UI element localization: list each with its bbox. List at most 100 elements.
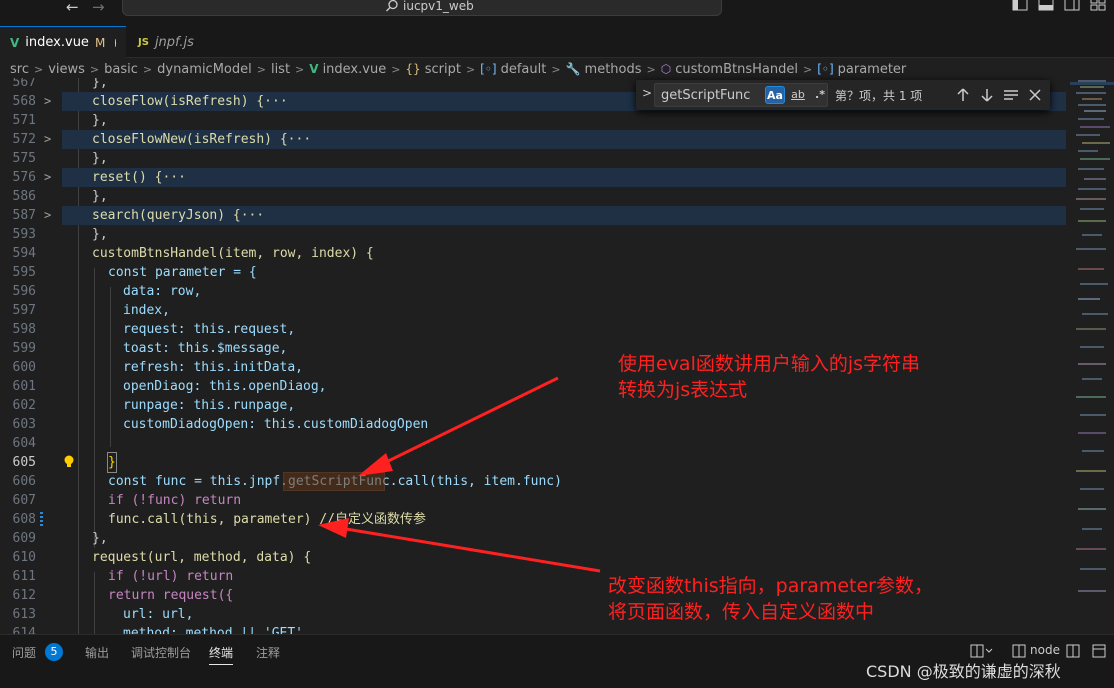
code-line[interactable]: 608 func.call(this, parameter) //自定义函数传参 (0, 510, 1070, 529)
code-line[interactable]: 603 customDiadogOpen: this.customDiadogO… (0, 415, 1070, 434)
problems-count-badge: 5 (45, 643, 63, 661)
tab-problems[interactable]: 问题 (12, 644, 36, 661)
code-line[interactable]: 571 }, (0, 111, 1070, 130)
toggle-panel-icon[interactable] (1038, 0, 1054, 12)
line-number: 599 (12, 341, 36, 356)
breadcrumb-item[interactable]: src (10, 62, 29, 77)
line-number: 611 (12, 569, 36, 584)
unsaved-dot-icon[interactable] (115, 38, 116, 47)
fold-chevron-icon[interactable]: > (44, 168, 51, 187)
code-line[interactable]: 572 > closeFlowNew(isRefresh) {··· (0, 130, 1070, 149)
match-case-toggle[interactable]: Aa (765, 86, 785, 104)
fold-chevron-icon[interactable]: > (44, 206, 51, 225)
code-line[interactable]: 610 request(url, method, data) { (0, 548, 1070, 567)
code-text: url: url, (123, 607, 194, 622)
line-number: 568 (12, 94, 36, 109)
breadcrumb-item[interactable]: index.vue (323, 62, 387, 77)
minimap[interactable] (1070, 78, 1114, 634)
breadcrumb-item[interactable]: default (501, 62, 547, 77)
code-line[interactable]: 598 request: this.request, (0, 320, 1070, 339)
layout-controls (1012, 0, 1106, 12)
tab-comments[interactable]: 注释 (256, 644, 280, 661)
code-line[interactable]: 607 if (!func) return (0, 491, 1070, 510)
breadcrumb-item[interactable]: basic (104, 62, 138, 77)
chevron-right-icon: > (551, 62, 561, 76)
code-text: func.call(this, parameter) //自定义函数传参 (108, 512, 426, 527)
line-number: 601 (12, 379, 36, 394)
split-panel-icon[interactable] (1066, 644, 1080, 658)
chevron-right-icon: > (89, 62, 100, 76)
breadcrumb-item[interactable]: customBtnsHandel (675, 62, 798, 77)
method-cube-icon: ⬡ (660, 62, 672, 76)
line-number: 597 (12, 303, 36, 318)
next-match-arrow-down-icon[interactable] (978, 86, 996, 104)
split-terminal-dropdown-icon[interactable] (970, 644, 994, 658)
code-line[interactable]: 593 }, (0, 225, 1070, 244)
match-whole-word-toggle[interactable]: ab (788, 86, 808, 104)
find-widget: > Aa ab .* 第？项，共 1 项 (636, 80, 1050, 110)
tab-output[interactable]: 输出 (85, 644, 109, 661)
breadcrumb-item[interactable]: parameter (838, 62, 907, 77)
breadcrumb-item[interactable]: script (425, 62, 461, 77)
tab-index-vue[interactable]: V index.vue M (0, 26, 126, 58)
code-line[interactable]: 594 customBtnsHandel(item, row, index) { (0, 244, 1070, 263)
code-line-current[interactable]: 605 } (0, 452, 1070, 473)
tab-label: jnpf.js (154, 34, 194, 50)
previous-match-arrow-up-icon[interactable] (954, 86, 972, 104)
breadcrumb-item[interactable]: views (48, 62, 85, 77)
csdn-watermark: CSDN @极致的谦虚的深秋 (866, 662, 1061, 681)
breadcrumb-item[interactable]: dynamicModel (157, 62, 252, 77)
vue-file-icon: V (10, 35, 20, 50)
fold-chevron-icon[interactable]: > (44, 92, 51, 111)
vue-file-icon: V (309, 62, 319, 76)
modified-indicator: M (94, 35, 106, 50)
code-line[interactable]: 575 }, (0, 149, 1070, 168)
close-icon[interactable] (1026, 86, 1044, 104)
code-line[interactable]: 587 > search(queryJson) {··· (0, 206, 1070, 225)
find-in-selection-icon[interactable] (1002, 86, 1020, 104)
line-number: 609 (12, 531, 36, 546)
line-number: 610 (12, 550, 36, 565)
find-result-count: 第？项，共 1 项 (835, 89, 923, 103)
terminal-name[interactable]: node (1030, 643, 1060, 657)
code-line[interactable]: 604 (0, 434, 1070, 453)
code-line[interactable]: 595 const parameter = { (0, 263, 1070, 282)
tab-debug-console[interactable]: 调试控制台 (131, 644, 191, 661)
maximize-panel-icon[interactable] (1092, 644, 1106, 658)
find-match-highlight (283, 472, 385, 491)
code-line[interactable]: 609 }, (0, 529, 1070, 548)
command-center-text: iucpv1_web (403, 0, 474, 13)
line-number: 605 (12, 455, 36, 470)
lightbulb-icon[interactable] (62, 454, 76, 470)
code-line[interactable]: 597 index, (0, 301, 1070, 320)
back-arrow-icon[interactable]: ← (66, 0, 79, 16)
toggle-replace-chevron-icon[interactable]: > (642, 86, 652, 100)
command-center[interactable]: iucpv1_web (122, 0, 722, 16)
code-line[interactable]: 576 > reset() {··· (0, 168, 1070, 187)
code-text: search(queryJson) {··· (92, 208, 265, 223)
chevron-right-icon: > (256, 62, 266, 76)
code-text: return request({ (108, 588, 234, 603)
chevron-right-icon: > (646, 62, 656, 76)
line-number: 586 (12, 189, 36, 204)
breadcrumb-item[interactable]: list (271, 62, 290, 77)
breadcrumb: src > views > basic > dynamicModel > list > V… (10, 60, 906, 78)
tab-jnpf-js[interactable]: JS jnpf.js (128, 26, 204, 58)
code-line[interactable]: 606 const func = this.jnpf.getScriptFunc… (0, 472, 1070, 491)
forward-arrow-icon[interactable]: → (92, 0, 105, 16)
title-bar: ← → iucpv1_web (0, 0, 1114, 18)
toggle-sidebar-icon[interactable] (1012, 0, 1028, 12)
code-line[interactable]: 596 data: row, (0, 282, 1070, 301)
line-number: 594 (12, 246, 36, 261)
code-line[interactable]: 614 method: method || 'GET', (0, 624, 1070, 634)
line-number: 606 (12, 474, 36, 489)
use-regex-toggle[interactable]: .* (811, 86, 829, 104)
code-text: refresh: this.initData, (123, 360, 304, 375)
tab-terminal[interactable]: 终端 (209, 644, 234, 665)
fold-chevron-icon[interactable]: > (44, 130, 51, 149)
breadcrumb-item[interactable]: methods (585, 62, 642, 77)
line-number: 612 (12, 588, 36, 603)
customize-layout-icon[interactable] (1090, 0, 1106, 12)
code-line[interactable]: 586 }, (0, 187, 1070, 206)
toggle-secondary-sidebar-icon[interactable] (1064, 0, 1080, 12)
